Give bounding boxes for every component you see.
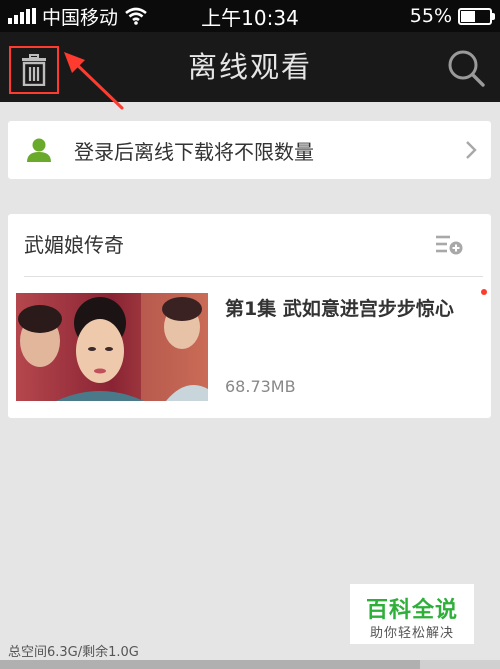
status-right: 55% bbox=[409, 5, 495, 27]
series-title: 武媚娘传奇 bbox=[24, 233, 124, 257]
thumbnail-image bbox=[16, 293, 208, 401]
battery-icon bbox=[458, 7, 495, 25]
storage-fill bbox=[0, 660, 420, 669]
signal-bars-icon bbox=[8, 8, 36, 24]
storage-bar bbox=[0, 660, 500, 669]
carrier-name: 中国移动 bbox=[42, 6, 119, 29]
status-bar: 中国移动 上午10:34 55% bbox=[0, 0, 500, 32]
login-banner-text: 登录后离线下载将不限数量 bbox=[74, 139, 314, 164]
delete-button[interactable] bbox=[9, 46, 59, 94]
battery-percent: 55% bbox=[409, 5, 452, 27]
annotation-arrow-icon bbox=[64, 52, 124, 110]
episode-title[interactable]: 第1集 武如意进宫步步惊心 bbox=[225, 294, 454, 321]
series-card: 武媚娘传奇 第1集 武如意进宫步步惊心 68.73MB bbox=[8, 214, 491, 418]
status-left: 中国移动 bbox=[8, 3, 148, 30]
search-icon bbox=[448, 50, 485, 87]
search-button[interactable] bbox=[446, 48, 486, 88]
watermark-main-text: 百科全说 bbox=[365, 598, 458, 623]
watermark-logo: 百科全说 助你轻松解决 bbox=[350, 584, 474, 644]
login-banner[interactable]: 登录后离线下载将不限数量 bbox=[8, 121, 491, 179]
new-indicator-dot bbox=[481, 289, 487, 295]
chevron-right-icon bbox=[466, 141, 477, 159]
watermark-sub-text: 助你轻松解决 bbox=[369, 626, 454, 641]
episode-thumbnail[interactable] bbox=[16, 293, 208, 401]
user-icon bbox=[27, 138, 51, 162]
add-to-playlist-icon[interactable] bbox=[435, 234, 463, 256]
episode-file-size: 68.73MB bbox=[225, 377, 296, 396]
divider bbox=[24, 276, 483, 277]
battery-fill bbox=[461, 10, 476, 22]
storage-label: 总空间6.3G/剩余1.0G bbox=[8, 645, 139, 660]
wifi-icon bbox=[125, 7, 147, 25]
trash-icon bbox=[22, 54, 46, 86]
